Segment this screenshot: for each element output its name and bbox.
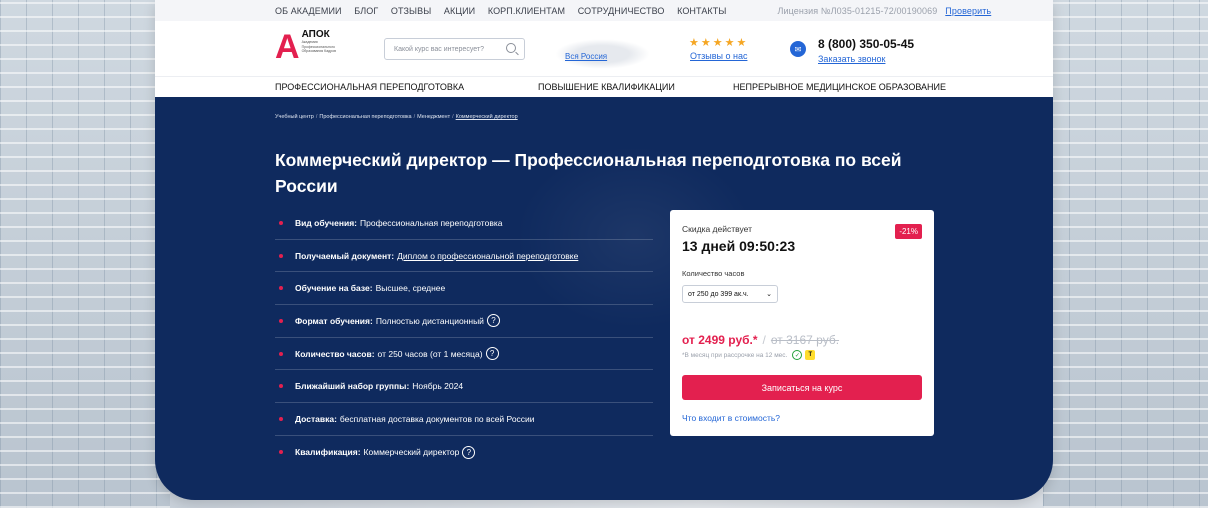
whats-included-link[interactable]: Что входит в стоимость? xyxy=(682,413,922,423)
hours-select[interactable]: от 250 до 399 ак.ч. ⌄ xyxy=(682,285,778,303)
feature-item: Формат обучения: Полностью дистанционный? xyxy=(275,305,653,338)
offer-card: Скидка действует -21% 13 дней 09:50:23 К… xyxy=(670,210,934,436)
background-building-right xyxy=(1043,0,1208,508)
feature-item: Получаемый документ: Диплом о профессиона… xyxy=(275,240,653,273)
search-placeholder: Какой курс вас интересует? xyxy=(394,45,485,53)
top-bar: ОБ АКАДЕМИИ БЛОГ ОТЗЫВЫ АКЦИИ КОРП.КЛИЕН… xyxy=(155,0,1053,21)
help-icon[interactable]: ? xyxy=(486,314,500,328)
license-text: Лицензия №Л035-01215-72/00190069 xyxy=(777,5,938,16)
top-nav-about[interactable]: ОБ АКАДЕМИИ xyxy=(275,6,342,16)
top-nav-reviews[interactable]: ОТЗЫВЫ xyxy=(391,6,431,16)
breadcrumb-item[interactable]: Менеджмент xyxy=(417,114,450,120)
search-icon[interactable] xyxy=(506,43,516,53)
feature-item: Количество часов: от 250 часов (от 1 меся… xyxy=(275,338,653,371)
discount-badge: -21% xyxy=(895,224,922,239)
breadcrumb: Учебный центр / Профессиональная переподго… xyxy=(275,114,518,120)
logo[interactable]: А АПОК Академия Профессионального Образо… xyxy=(275,28,342,66)
region-selector[interactable]: Вся Россия xyxy=(565,52,607,61)
reviews-link[interactable]: Отзывы о нас xyxy=(690,51,747,61)
sber-pay-icon: ✓ xyxy=(792,350,803,360)
logo-subtitle: Академия Профессионального Образования К… xyxy=(301,40,336,53)
phone-number[interactable]: 8 (800) 350-05-45 xyxy=(818,37,914,51)
hero-section: Учебный центр / Профессиональная переподго… xyxy=(155,97,1053,500)
main-nav-qualification[interactable]: ПОВЫШЕНИЕ КВАЛИФИКАЦИИ xyxy=(538,82,675,92)
help-icon[interactable]: ? xyxy=(485,347,499,361)
top-nav-promotions[interactable]: АКЦИИ xyxy=(444,6,475,16)
top-nav-blog[interactable]: БЛОГ xyxy=(354,6,378,16)
hours-label: Количество часов xyxy=(682,269,745,278)
logo-mark: А xyxy=(275,28,300,66)
rating-stars: ★★★★★ xyxy=(689,37,749,49)
feature-item: Вид обучения: Профессиональная переподгот… xyxy=(275,207,653,240)
page-card: ОБ АКАДЕМИИ БЛОГ ОТЗЫВЫ АКЦИИ КОРП.КЛИЕН… xyxy=(155,0,1053,500)
main-nav-medical[interactable]: НЕПРЕРЫВНОЕ МЕДИЦИНСКОЕ ОБРАЗОВАНИЕ xyxy=(733,82,946,92)
logo-name: АПОК xyxy=(301,29,330,40)
document-link[interactable]: Диплом о профессиональной переподготовке xyxy=(397,251,578,261)
top-nav-contacts[interactable]: КОНТАКТЫ xyxy=(677,6,726,16)
top-nav-cooperation[interactable]: СОТРУДНИЧЕСТВО xyxy=(578,6,665,16)
top-nav: ОБ АКАДЕМИИ БЛОГ ОТЗЫВЫ АКЦИИ КОРП.КЛИЕН… xyxy=(275,6,736,16)
breadcrumb-item[interactable]: Профессиональная переподготовка xyxy=(319,114,411,120)
feature-item: Обучение на базе: Высшее, среднее xyxy=(275,272,653,306)
site-header: А АПОК Академия Профессионального Образо… xyxy=(155,21,1053,76)
installment-note: *В месяц при рассрочке на 12 мес. ✓ T xyxy=(682,350,922,360)
price-new: от 2499 руб.* xyxy=(682,333,758,347)
page-title: Коммерческий директор — Профессиональная… xyxy=(275,150,902,196)
discount-label: Скидка действует xyxy=(682,224,752,234)
feature-item: Квалификация: Коммерческий директор? xyxy=(275,436,653,469)
breadcrumb-item[interactable]: Учебный центр xyxy=(275,114,314,120)
main-nav-retraining[interactable]: ПРОФЕССИОНАЛЬНАЯ ПЕРЕПОДГОТОВКА xyxy=(275,82,464,92)
hours-select-value: от 250 до 399 ак.ч. xyxy=(688,290,749,298)
discount-timer: 13 дней 09:50:23 xyxy=(682,238,796,254)
search-input[interactable]: Какой курс вас интересует? xyxy=(384,38,525,60)
mail-icon[interactable]: ✉ xyxy=(790,41,806,57)
tinkoff-pay-icon: T xyxy=(805,350,816,360)
callback-link[interactable]: Заказать звонок xyxy=(818,54,885,64)
course-features: Вид обучения: Профессиональная переподгот… xyxy=(275,207,653,469)
price-old: от 3167 руб. xyxy=(770,333,840,347)
feature-item: Доставка: бесплатная доставка документов … xyxy=(275,403,653,436)
enroll-button[interactable]: Записаться на курс xyxy=(682,375,922,400)
feature-item: Ближайший набор группы: Ноябрь 2024 xyxy=(275,370,653,404)
price: от 2499 руб.* / от 3167 руб. xyxy=(682,333,840,347)
top-nav-corporate[interactable]: КОРП.КЛИЕНТАМ xyxy=(488,6,565,16)
breadcrumb-current[interactable]: Коммерческий директор xyxy=(456,114,518,120)
background-building-left xyxy=(0,0,170,508)
main-nav: ПРОФЕССИОНАЛЬНАЯ ПЕРЕПОДГОТОВКА ПОВЫШЕНИ… xyxy=(155,76,1053,97)
license-verify-link[interactable]: Проверить xyxy=(945,6,991,16)
help-icon[interactable]: ? xyxy=(462,445,476,459)
chevron-down-icon: ⌄ xyxy=(766,291,772,298)
